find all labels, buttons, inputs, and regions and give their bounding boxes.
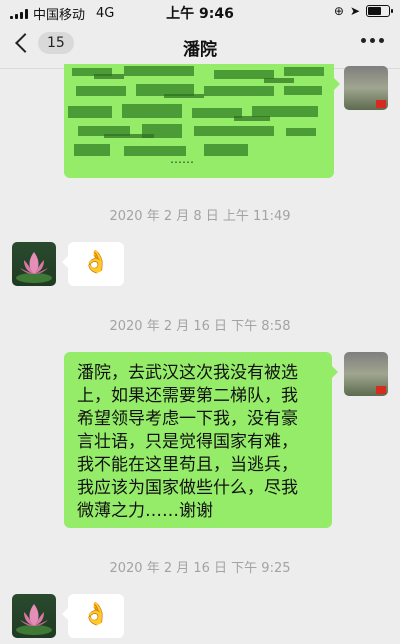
redacted-ellipsis: ……	[170, 152, 194, 166]
lotus-icon	[16, 604, 52, 635]
timestamp: 2020 年 2 月 16 日 下午 9:25	[109, 561, 291, 576]
dot-icon	[361, 38, 366, 43]
my-avatar[interactable]	[344, 352, 388, 396]
chat-title: 潘院	[183, 40, 217, 60]
message-line: 言壮语，只是觉得国家有难，	[77, 432, 298, 452]
dot-icon	[370, 38, 375, 43]
outgoing-message-bubble[interactable]: 潘院，去武汉这次我没有被选 上，如果还需要第二梯队，我 希望领导考虑一下我，没有…	[64, 352, 338, 528]
redaction-scribble	[68, 66, 324, 156]
chat-header: 15 潘院	[0, 24, 400, 69]
status-right: ⊕ ➤	[333, 4, 393, 18]
timestamp: 2020 年 2 月 16 日 下午 8:58	[109, 319, 291, 334]
my-avatar[interactable]	[344, 66, 388, 110]
redacted-message-bubble[interactable]: ……	[64, 64, 340, 178]
timestamp: 2020 年 2 月 8 日 上午 11:49	[109, 209, 291, 224]
ok-hand-emoji: 👌	[82, 602, 110, 627]
message-line: 我应该为国家做些什么，尽我	[77, 478, 298, 498]
lotus-icon	[16, 252, 52, 283]
flag-icon	[376, 386, 386, 394]
ok-hand-emoji: 👌	[82, 250, 110, 275]
message-text: 潘院，去武汉这次我没有被选 上，如果还需要第二梯队，我 希望领导考虑一下我，没有…	[64, 352, 332, 533]
incoming-message-bubble[interactable]: 👌	[62, 594, 124, 638]
contact-avatar[interactable]	[12, 242, 56, 286]
message-line: 潘院，去武汉这次我没有被选	[77, 363, 298, 383]
dot-icon	[379, 38, 384, 43]
location-icon: ➤	[349, 4, 360, 18]
message-line: 我不能在这里苟且，当逃兵，	[77, 455, 298, 475]
contact-avatar[interactable]	[12, 594, 56, 638]
message-line: 希望领导考虑一下我，没有豪	[77, 409, 298, 429]
message-line: 上，如果还需要第二梯队，我	[77, 386, 298, 406]
status-bar: 中国移动 4G 上午 9:46 ⊕ ➤	[0, 0, 400, 24]
rotation-lock-icon: ⊕	[333, 4, 344, 18]
incoming-message-bubble[interactable]: 👌	[62, 242, 124, 286]
more-options-button[interactable]	[361, 38, 384, 43]
battery-icon	[366, 5, 393, 17]
flag-icon	[376, 100, 386, 108]
message-line: 微薄之力……谢谢	[77, 501, 213, 521]
